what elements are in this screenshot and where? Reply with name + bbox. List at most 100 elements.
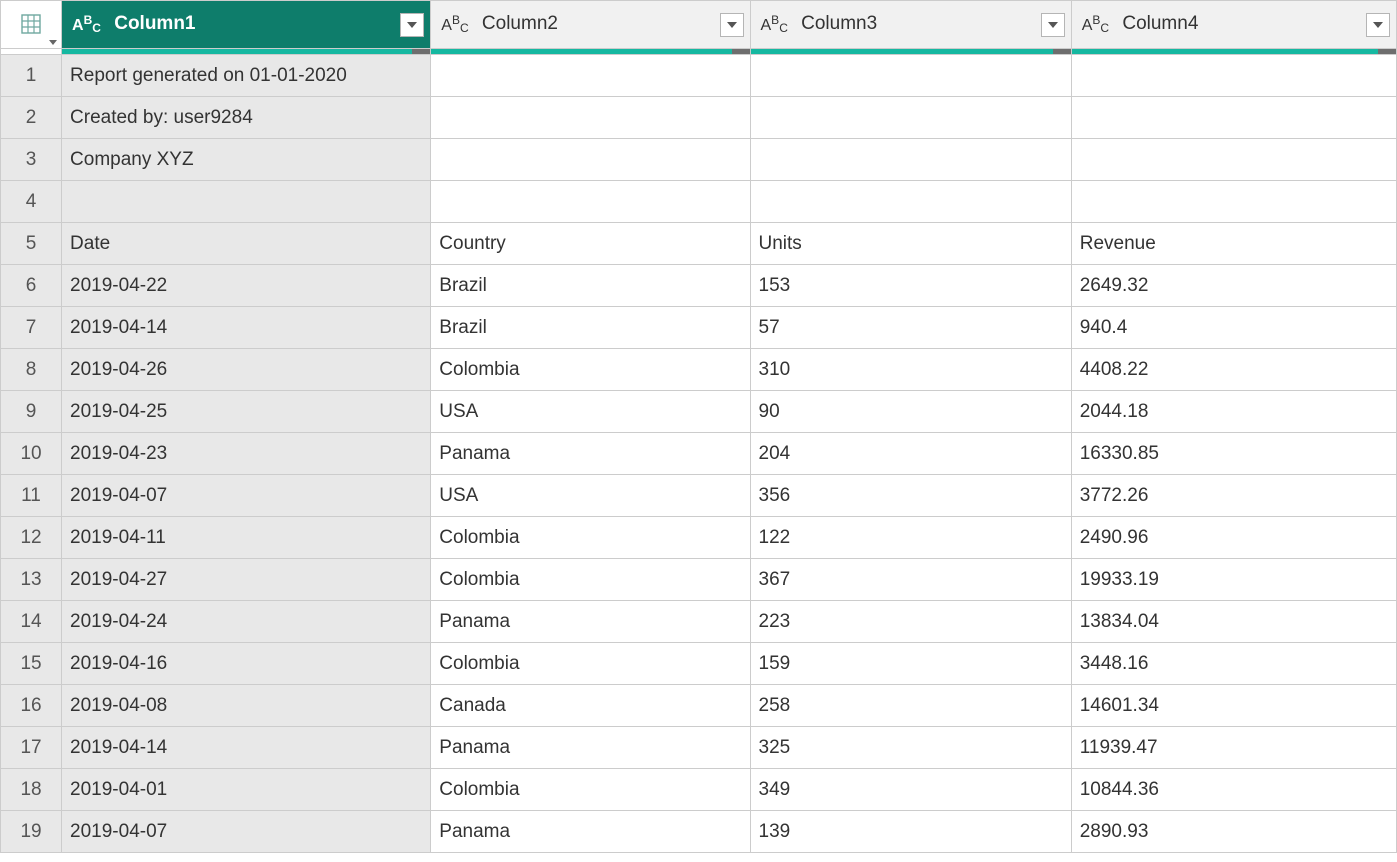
cell[interactable] [431, 139, 750, 181]
filter-button-column4[interactable] [1366, 13, 1390, 37]
cell[interactable]: 11939.47 [1071, 727, 1396, 769]
cell[interactable] [750, 97, 1071, 139]
row-number[interactable]: 5 [1, 223, 62, 265]
column-header-column3[interactable]: ABC Column3 [750, 1, 1071, 49]
cell[interactable]: 2890.93 [1071, 811, 1396, 853]
cell[interactable]: 2490.96 [1071, 517, 1396, 559]
cell[interactable]: 2019-04-16 [62, 643, 431, 685]
row-number[interactable]: 15 [1, 643, 62, 685]
row-number[interactable]: 9 [1, 391, 62, 433]
cell[interactable]: USA [431, 391, 750, 433]
cell[interactable]: Date [62, 223, 431, 265]
cell[interactable]: 325 [750, 727, 1071, 769]
cell[interactable]: 367 [750, 559, 1071, 601]
cell[interactable]: 57 [750, 307, 1071, 349]
row-number[interactable]: 16 [1, 685, 62, 727]
cell[interactable] [1071, 55, 1396, 97]
row-number[interactable]: 8 [1, 349, 62, 391]
cell[interactable]: 2019-04-24 [62, 601, 431, 643]
cell[interactable]: 16330.85 [1071, 433, 1396, 475]
type-badge-abc-icon[interactable]: ABC [441, 17, 468, 35]
row-number[interactable]: 4 [1, 181, 62, 223]
row-number[interactable]: 18 [1, 769, 62, 811]
cell[interactable] [62, 181, 431, 223]
cell[interactable]: 310 [750, 349, 1071, 391]
cell[interactable]: 258 [750, 685, 1071, 727]
row-number[interactable]: 11 [1, 475, 62, 517]
cell[interactable]: 349 [750, 769, 1071, 811]
cell[interactable]: 204 [750, 433, 1071, 475]
cell[interactable]: 122 [750, 517, 1071, 559]
column-header-column2[interactable]: ABC Column2 [431, 1, 750, 49]
cell[interactable]: 90 [750, 391, 1071, 433]
cell[interactable]: Revenue [1071, 223, 1396, 265]
column-header-column1[interactable]: ABC Column1 [62, 1, 431, 49]
cell[interactable] [750, 139, 1071, 181]
cell[interactable]: 2649.32 [1071, 265, 1396, 307]
cell[interactable]: 2044.18 [1071, 391, 1396, 433]
select-all-corner[interactable] [1, 1, 62, 49]
cell[interactable] [431, 181, 750, 223]
cell[interactable]: Company XYZ [62, 139, 431, 181]
row-number[interactable]: 14 [1, 601, 62, 643]
filter-button-column3[interactable] [1041, 13, 1065, 37]
cell[interactable]: Colombia [431, 769, 750, 811]
cell[interactable]: 2019-04-27 [62, 559, 431, 601]
cell[interactable]: 139 [750, 811, 1071, 853]
cell[interactable]: 159 [750, 643, 1071, 685]
cell[interactable]: Colombia [431, 643, 750, 685]
row-number[interactable]: 19 [1, 811, 62, 853]
cell[interactable]: Created by: user9284 [62, 97, 431, 139]
cell[interactable] [431, 55, 750, 97]
cell[interactable] [750, 55, 1071, 97]
cell[interactable] [1071, 97, 1396, 139]
filter-button-column2[interactable] [720, 13, 744, 37]
cell[interactable] [750, 181, 1071, 223]
row-number[interactable]: 17 [1, 727, 62, 769]
column-header-column4[interactable]: ABC Column4 [1071, 1, 1396, 49]
cell[interactable]: 940.4 [1071, 307, 1396, 349]
cell[interactable]: 2019-04-08 [62, 685, 431, 727]
cell[interactable] [431, 97, 750, 139]
cell[interactable]: 3448.16 [1071, 643, 1396, 685]
cell[interactable]: Units [750, 223, 1071, 265]
cell[interactable]: 10844.36 [1071, 769, 1396, 811]
cell[interactable]: 4408.22 [1071, 349, 1396, 391]
row-number[interactable]: 7 [1, 307, 62, 349]
cell[interactable]: 13834.04 [1071, 601, 1396, 643]
cell[interactable]: 2019-04-07 [62, 475, 431, 517]
type-badge-abc-icon[interactable]: ABC [1082, 17, 1109, 35]
row-number[interactable]: 2 [1, 97, 62, 139]
cell[interactable]: Panama [431, 811, 750, 853]
cell[interactable]: 356 [750, 475, 1071, 517]
cell[interactable]: Panama [431, 727, 750, 769]
cell[interactable]: 2019-04-07 [62, 811, 431, 853]
cell[interactable]: 2019-04-25 [62, 391, 431, 433]
cell[interactable]: 19933.19 [1071, 559, 1396, 601]
cell[interactable]: Canada [431, 685, 750, 727]
row-number[interactable]: 13 [1, 559, 62, 601]
cell[interactable]: 2019-04-11 [62, 517, 431, 559]
cell[interactable]: Colombia [431, 517, 750, 559]
cell[interactable]: 14601.34 [1071, 685, 1396, 727]
cell[interactable]: 2019-04-01 [62, 769, 431, 811]
filter-button-column1[interactable] [400, 13, 424, 37]
row-number[interactable]: 6 [1, 265, 62, 307]
cell[interactable]: Brazil [431, 265, 750, 307]
row-number[interactable]: 10 [1, 433, 62, 475]
cell[interactable]: Colombia [431, 559, 750, 601]
cell[interactable]: 2019-04-22 [62, 265, 431, 307]
cell[interactable]: Panama [431, 433, 750, 475]
type-badge-abc-icon[interactable]: ABC [72, 17, 101, 35]
cell[interactable]: USA [431, 475, 750, 517]
row-number[interactable]: 1 [1, 55, 62, 97]
cell[interactable]: Panama [431, 601, 750, 643]
row-number[interactable]: 12 [1, 517, 62, 559]
cell[interactable] [1071, 181, 1396, 223]
cell[interactable]: Report generated on 01-01-2020 [62, 55, 431, 97]
cell[interactable] [1071, 139, 1396, 181]
row-number[interactable]: 3 [1, 139, 62, 181]
cell[interactable]: Colombia [431, 349, 750, 391]
cell[interactable]: 223 [750, 601, 1071, 643]
cell[interactable]: 3772.26 [1071, 475, 1396, 517]
